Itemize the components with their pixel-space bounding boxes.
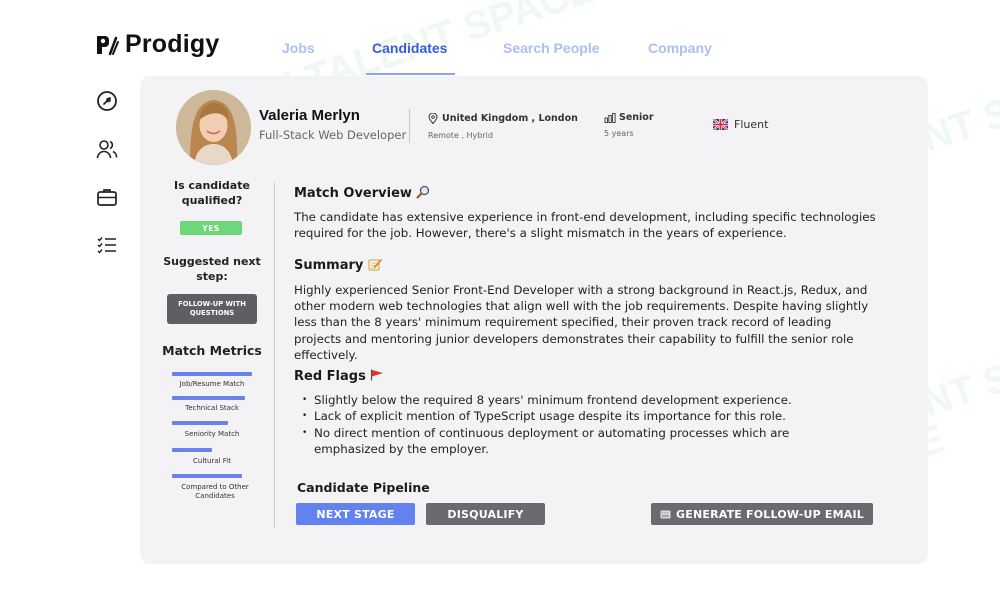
top-bar: Prodigy Jobs Candidates Search People Co… [0,0,1000,76]
briefcase-icon[interactable] [96,186,118,208]
seniority-text: Senior [619,112,654,123]
candidate-language: Fluent [713,118,768,131]
disqualify-button[interactable]: DISQUALIFY [426,503,545,525]
metric-bar-seniority-match [172,421,228,425]
generate-follow-up-email-button[interactable]: GENERATE FOLLOW-UP EMAIL [651,503,873,525]
dashboard-icon[interactable] [96,90,118,112]
metric-label: Seniority Match [184,430,240,438]
red-flags-list: Slightly below the required 8 years' min… [302,392,862,457]
follow-up-questions-button[interactable]: FOLLOW-UP WITH QUESTIONS [167,294,257,324]
location-text: United Kingdom , London [442,113,578,124]
tab-jobs[interactable]: Jobs [282,40,315,74]
metric-label: Technical Stack [185,404,239,412]
experience-text: 5 years [604,129,634,138]
qualified-status-badge: YES [180,221,242,235]
match-metrics-title: Match Metrics [162,343,262,358]
tab-company[interactable]: Company [648,40,712,74]
column-divider [274,182,275,528]
red-flag-icon [371,369,384,381]
match-overview-heading: Match Overview [294,185,430,201]
metric-bar-job-resume [172,372,252,376]
language-level: Fluent [734,118,769,131]
summary-title: Summary [294,258,364,273]
metric-label: Job/Resume Match [179,380,245,388]
red-flag-item: Slightly below the required 8 years' min… [302,392,862,409]
candidate-pipeline-title: Candidate Pipeline [297,480,430,495]
match-overview-text: The candidate has extensive experience i… [294,210,876,241]
next-stage-button[interactable]: NEXT STAGE [296,503,415,525]
red-flags-title: Red Flags [294,369,366,384]
candidate-role: Full-Stack Web Developer [259,128,407,142]
tab-search-people[interactable]: Search People [503,40,600,74]
candidate-name: Valeria Merlyn [259,107,360,124]
magnifier-icon [416,185,430,199]
red-flag-item: Lack of explicit mention of TypeScript u… [302,408,862,425]
summary-text: Highly experienced Senior Front-End Deve… [294,283,869,362]
qualified-question: Is candidate qualified? [174,179,250,207]
keyboard-icon [660,510,671,518]
uk-flag-icon [713,119,728,130]
next-step-label: Suggested next step: [163,255,261,283]
bar-chart-icon [604,112,616,123]
work-mode-text: Remote , Hybrid [428,131,493,140]
checklist-icon[interactable] [96,234,118,256]
metric-bar-cultural-fit [172,448,212,452]
tab-candidates[interactable]: Candidates [372,40,447,74]
metric-bar-compared [172,474,242,478]
location-pin-icon [428,113,438,124]
header-divider [409,109,410,143]
match-overview-title: Match Overview [294,186,412,201]
red-flag-item: No direct mention of continuous deployme… [302,425,862,458]
candidate-seniority: Senior [604,112,654,123]
metric-label: Cultural Fit [193,457,231,465]
generate-email-label: GENERATE FOLLOW-UP EMAIL [676,507,864,521]
users-icon[interactable] [96,138,118,160]
memo-icon [368,259,382,271]
candidate-avatar [176,90,251,165]
main-nav: Jobs Candidates Search People Company [0,40,1000,76]
summary-heading: Summary [294,258,382,273]
red-flags-heading: Red Flags [294,369,384,384]
metric-bar-technical-stack [172,396,245,400]
metric-label: Compared to Other Candidates [181,483,249,500]
active-tab-indicator [366,73,455,75]
candidate-location: United Kingdom , London [428,113,578,124]
candidate-photo-icon [176,90,251,165]
